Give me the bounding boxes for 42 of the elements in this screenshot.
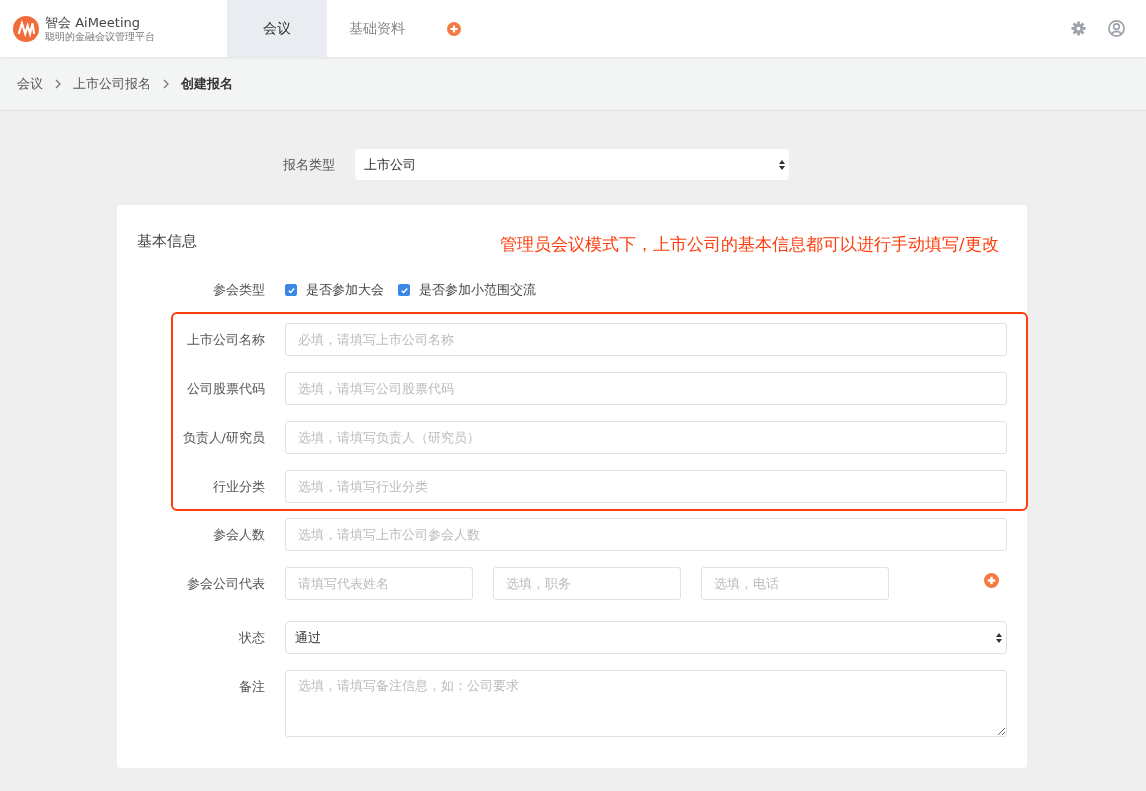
nav-tab[interactable]: 基础资料 — [327, 0, 427, 57]
logo-title: 智会 AiMeeting — [45, 14, 142, 31]
field-label: 负责人/研究员 — [181, 428, 265, 447]
add-icon[interactable] — [984, 573, 999, 588]
type-select[interactable]: 上市公司 — [355, 149, 789, 180]
breadcrumb-link[interactable]: 上市公司报名 — [73, 74, 151, 93]
input-field[interactable]: 必填，请填写上市公司名称 — [285, 323, 1007, 356]
annotation-text: 管理员会议模式下，上市公司的基本信息都可以进行手动填写/更改 — [500, 234, 999, 256]
select-arrows-icon — [779, 159, 785, 170]
input-field[interactable]: 选填，职务 — [493, 567, 681, 600]
input-field[interactable]: 选填，请填写行业分类 — [285, 470, 1007, 503]
checkbox[interactable] — [285, 284, 297, 296]
remarks-field[interactable]: 选填，请填写备注信息，如：公司要求 — [285, 670, 1007, 737]
field-label: 上市公司名称 — [186, 330, 265, 349]
field-label: 参会类型 — [212, 281, 265, 299]
chevron-right-icon — [55, 78, 61, 89]
add-icon[interactable] — [447, 21, 461, 36]
breadcrumb-link[interactable]: 会议 — [17, 74, 43, 93]
field-label: 报名类型 — [283, 155, 335, 174]
select-arrows-icon — [996, 632, 1002, 643]
field-label: 公司股票代码 — [186, 379, 265, 398]
checkbox-label: 是否参加大会 — [306, 281, 384, 299]
field-label: 状态 — [238, 628, 265, 647]
input-field[interactable]: 请填写代表姓名 — [285, 567, 473, 600]
input-field[interactable]: 选填，请填写上市公司参会人数 — [285, 518, 1007, 551]
user-icon[interactable] — [1108, 20, 1125, 37]
logo-icon — [13, 15, 39, 42]
settings-icon[interactable] — [1071, 21, 1086, 36]
field-label: 参会人数 — [212, 525, 265, 544]
status-select[interactable]: 通过 — [285, 621, 1007, 654]
input-field[interactable]: 选填，请填写公司股票代码 — [285, 372, 1007, 405]
input-field[interactable]: 选填，请填写负责人（研究员） — [285, 421, 1007, 454]
checkbox-label: 是否参加小范围交流 — [419, 281, 536, 299]
input-field[interactable]: 选填，电话 — [701, 567, 889, 600]
section-title: 基本信息 — [137, 231, 197, 251]
logo-subtitle: 聪明的金融会议管理平台 — [45, 30, 155, 43]
checkbox[interactable] — [398, 284, 410, 296]
field-label: 备注 — [238, 678, 265, 696]
field-label: 行业分类 — [212, 477, 265, 496]
field-label: 参会公司代表 — [186, 574, 265, 593]
chevron-right-icon — [163, 78, 169, 89]
nav-tab[interactable]: 会议 — [227, 0, 327, 57]
